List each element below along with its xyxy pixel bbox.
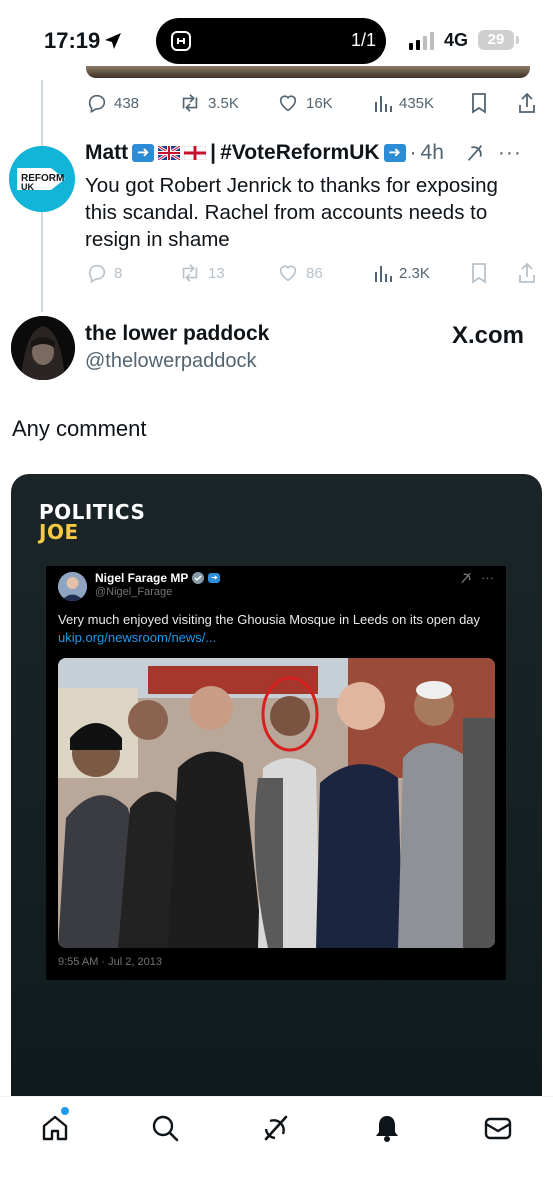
signal-icon: [409, 32, 434, 50]
grok-icon[interactable]: [464, 142, 486, 164]
bookmark-icon[interactable]: [468, 90, 490, 116]
views-button[interactable]: 435K: [373, 90, 434, 116]
uk-flag-icon: [158, 146, 181, 160]
window-counter: 1/1: [350, 30, 376, 50]
post-author-handle[interactable]: @thelowerpaddock: [85, 350, 257, 373]
grok-icon[interactable]: [261, 1113, 291, 1143]
embedded-tweet-name-row: Nigel Farage MP ➜: [95, 571, 221, 585]
like-button[interactable]: 16K: [276, 90, 333, 116]
status-time: 17:19: [44, 28, 101, 53]
share-icon[interactable]: [516, 260, 538, 286]
like-count: 16K: [306, 94, 333, 112]
more-icon[interactable]: ···: [498, 141, 522, 165]
view-count: 435K: [399, 94, 435, 112]
like-button[interactable]: 86: [276, 260, 323, 286]
embedded-tweet-text: Very much enjoyed visiting the Ghousia M…: [58, 612, 481, 627]
embedded-tweet-avatar: [58, 572, 87, 601]
share-icon[interactable]: [516, 90, 538, 116]
post-author-name[interactable]: the lower paddock: [85, 322, 269, 346]
search-icon[interactable]: [150, 1113, 180, 1143]
embedded-tweet-name: Nigel Farage MP: [95, 571, 189, 585]
previous-tweet-media[interactable]: [86, 66, 530, 78]
reply-avatar[interactable]: REFORM UK: [9, 146, 75, 212]
bookmark-icon[interactable]: [468, 260, 490, 286]
reply-author-hashtag: #VoteReformUK: [220, 141, 380, 164]
reply-actions: 8 13 86 2.3K: [0, 260, 553, 286]
verified-badge-icon: [192, 572, 205, 584]
home-icon[interactable]: [40, 1113, 70, 1143]
location-arrow-icon: [105, 33, 121, 49]
battery-icon: [516, 36, 519, 44]
arrow-emoji-icon: ➜: [132, 144, 155, 162]
reply-time: 4h: [420, 141, 444, 164]
reply-count: 8: [114, 264, 123, 282]
repost-count: 13: [208, 264, 225, 282]
politics-joe-logo: POLITICS JOE: [39, 500, 146, 544]
embedded-tweet-link: ukip.org/newsroom/news/...: [58, 630, 217, 645]
views-button[interactable]: 2.3K: [373, 260, 430, 286]
dynamic-island[interactable]: 1/1: [156, 18, 386, 64]
post-text: Any comment: [12, 416, 147, 441]
post-media[interactable]: POLITICS JOE Nigel Farage MP ➜ @Nigel_Fa…: [11, 474, 542, 1096]
embedded-tweet-date: 9:55 AM · Jul 2, 2013: [58, 956, 162, 968]
arrow-emoji-icon: ➜: [383, 144, 406, 162]
previous-tweet-actions: 438 3.5K 16K 435K: [0, 90, 553, 116]
repost-button[interactable]: 3.5K: [178, 90, 239, 116]
hooded-figure-avatar-image: [11, 316, 75, 380]
network-type: 4G: [444, 30, 469, 50]
notifications-icon[interactable]: [372, 1113, 402, 1143]
post-author-avatar[interactable]: [11, 316, 75, 380]
home-notification-dot: [61, 1107, 69, 1115]
embedded-tweet-photo: [58, 658, 495, 948]
reply-separator: |: [210, 141, 217, 164]
view-count: 2.3K: [399, 264, 430, 282]
grok-icon: [461, 572, 471, 583]
reply-count: 438: [114, 94, 140, 112]
views-icon: [375, 96, 392, 112]
repost-icon: [182, 264, 198, 282]
repost-button[interactable]: 13: [178, 260, 225, 286]
arrow-emoji-icon: ➜: [208, 573, 221, 583]
repost-icon: [182, 94, 198, 112]
reply-header: Matt ➜ | #VoteReformUK ➜ · 4h ···: [85, 141, 522, 165]
battery-level: 29: [478, 30, 514, 50]
x-com-link[interactable]: X.com: [452, 322, 524, 350]
england-flag-icon: [184, 146, 207, 160]
link-icon: [171, 31, 191, 51]
heart-icon: [279, 265, 297, 282]
reform-uk-logo: REFORM UK: [9, 146, 75, 212]
reply-button[interactable]: 438: [86, 90, 139, 116]
embedded-tweet-options: ···: [459, 570, 494, 585]
reply-text: You got Robert Jenrick to thanks for exp…: [85, 174, 498, 251]
repost-count: 3.5K: [208, 94, 239, 112]
reply-author-name[interactable]: Matt: [85, 141, 128, 165]
embedded-tweet-handle: @Nigel_Farage: [95, 586, 173, 598]
views-icon: [375, 266, 392, 282]
reply-button[interactable]: 8: [86, 260, 122, 286]
svg-text:UK: UK: [21, 182, 34, 192]
bottom-navigation: [0, 1096, 553, 1201]
reply-icon: [88, 264, 106, 284]
reply-icon: [88, 94, 106, 114]
messages-icon[interactable]: [483, 1113, 513, 1143]
heart-icon: [279, 95, 297, 112]
embedded-tweet: Nigel Farage MP ➜ @Nigel_Farage ··· Very…: [46, 566, 506, 980]
like-count: 86: [306, 264, 323, 282]
reply-dot: ·: [409, 141, 417, 164]
more-icon: ···: [481, 570, 494, 585]
